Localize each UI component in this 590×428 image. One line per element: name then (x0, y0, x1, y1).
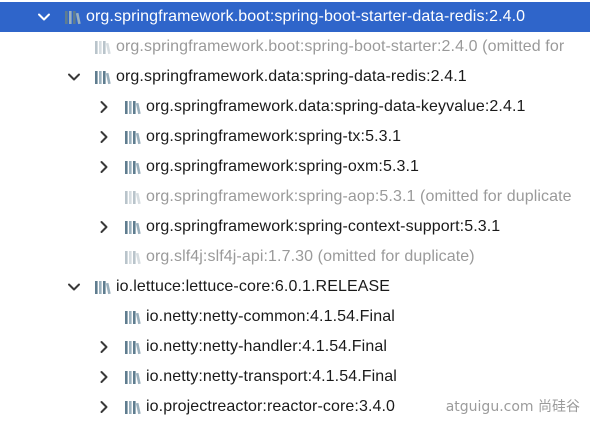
dependency-label: org.springframework.data:spring-data-key… (146, 98, 526, 115)
dependency-label: org.springframework.boot:spring-boot-sta… (116, 38, 565, 55)
library-icon (124, 309, 142, 325)
dependency-label: io.lettuce:lettuce-core:6.0.1.RELEASE (116, 278, 391, 295)
tree-row[interactable]: org.springframework.boot:spring-boot-sta… (0, 32, 590, 62)
watermark: atguigu.com 尚硅谷 (445, 399, 580, 415)
chevron-right-icon[interactable] (96, 339, 112, 355)
library-icon (64, 9, 82, 25)
tree-row[interactable]: io.netty:netty-transport:4.1.54.Final (0, 362, 590, 392)
chevron-right-icon[interactable] (96, 219, 112, 235)
chevron-right-icon[interactable] (96, 369, 112, 385)
chevron-right-icon[interactable] (96, 159, 112, 175)
dependency-tree: org.springframework.boot:spring-boot-sta… (0, 0, 590, 428)
tree-row[interactable]: io.netty:netty-common:4.1.54.Final (0, 302, 590, 332)
library-icon (124, 369, 142, 385)
tree-row[interactable]: org.slf4j:slf4j-api:1.7.30 (omitted for … (0, 242, 590, 272)
tree-row[interactable]: org.springframework:spring-oxm:5.3.1 (0, 152, 590, 182)
tree-row[interactable]: org.springframework:spring-tx:5.3.1 (0, 122, 590, 152)
chevron-right-icon[interactable] (96, 399, 112, 415)
library-icon (124, 99, 142, 115)
dependency-label: org.slf4j:slf4j-api:1.7.30 (omitted for … (146, 248, 475, 265)
library-icon (124, 339, 142, 355)
chevron-right-icon[interactable] (96, 129, 112, 145)
dependency-label: org.springframework.boot:spring-boot-sta… (86, 8, 526, 25)
dependency-label: org.springframework.data:spring-data-red… (116, 68, 467, 85)
tree-row[interactable]: org.springframework.data:spring-data-key… (0, 92, 590, 122)
tree-row[interactable]: org.springframework:spring-aop:5.3.1 (om… (0, 182, 590, 212)
library-icon (124, 399, 142, 415)
chevron-down-icon[interactable] (36, 9, 52, 25)
dependency-label: org.springframework:spring-tx:5.3.1 (146, 128, 402, 145)
library-icon (94, 39, 112, 55)
dependency-label: io.projectreactor:reactor-core:3.4.0 (146, 398, 396, 415)
chevron-down-icon[interactable] (66, 279, 82, 295)
library-icon (124, 159, 142, 175)
dependency-label: io.netty:netty-common:4.1.54.Final (146, 308, 395, 325)
tree-row[interactable]: io.lettuce:lettuce-core:6.0.1.RELEASE (0, 272, 590, 302)
tree-row[interactable]: io.netty:netty-handler:4.1.54.Final (0, 332, 590, 362)
tree-row[interactable]: org.springframework.boot:spring-boot-sta… (0, 2, 590, 32)
tree-row[interactable]: org.springframework.data:spring-data-red… (0, 62, 590, 92)
library-icon (124, 129, 142, 145)
dependency-label: org.springframework:spring-aop:5.3.1 (om… (146, 188, 572, 205)
dependency-label: org.springframework:spring-context-suppo… (146, 218, 501, 235)
library-icon (94, 279, 112, 295)
library-icon (124, 219, 142, 235)
library-icon (124, 249, 142, 265)
chevron-right-icon[interactable] (96, 99, 112, 115)
library-icon (124, 189, 142, 205)
dependency-label: io.netty:netty-transport:4.1.54.Final (146, 368, 397, 385)
library-icon (94, 69, 112, 85)
dependency-label: io.netty:netty-handler:4.1.54.Final (146, 338, 387, 355)
dependency-label: org.springframework:spring-oxm:5.3.1 (146, 158, 420, 175)
chevron-down-icon[interactable] (66, 69, 82, 85)
tree-row[interactable]: org.springframework:spring-context-suppo… (0, 212, 590, 242)
